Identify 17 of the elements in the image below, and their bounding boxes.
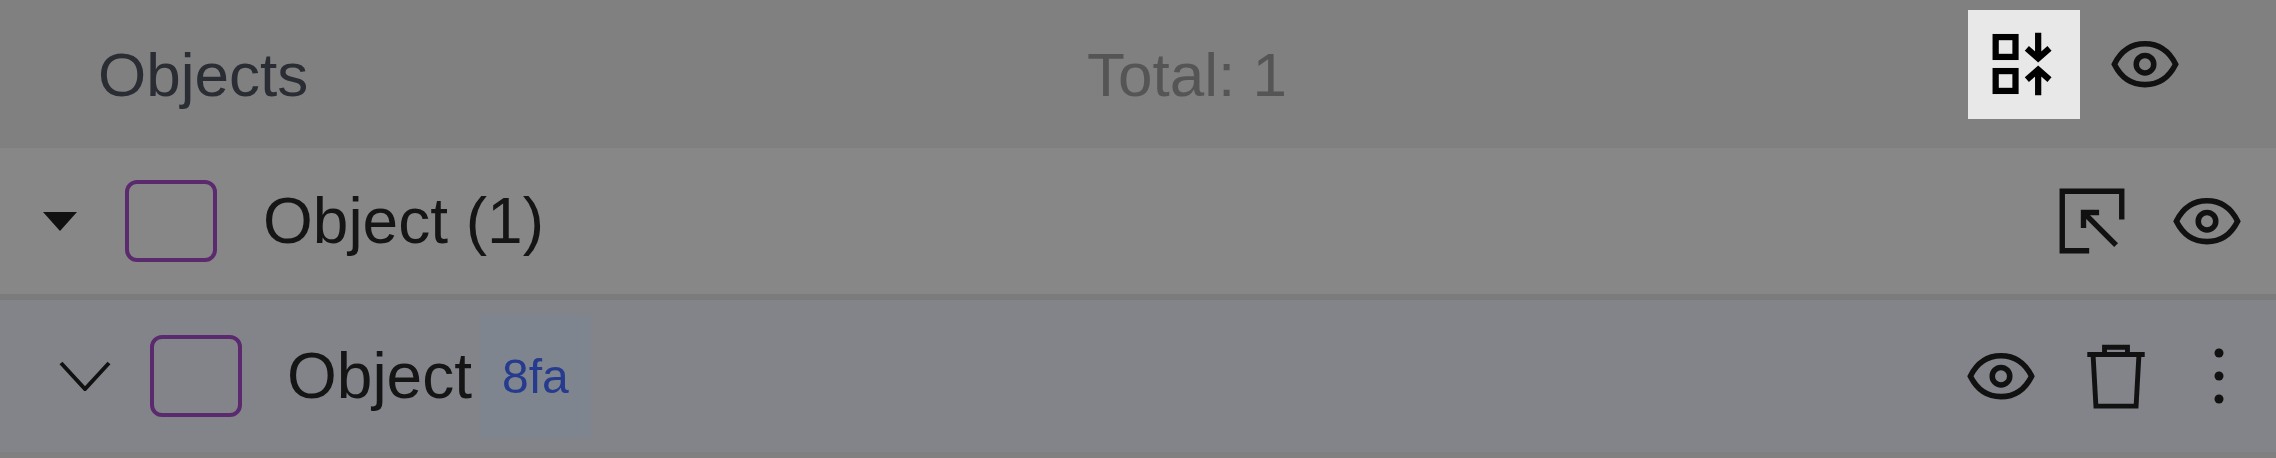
visibility-button[interactable] bbox=[1966, 350, 2036, 402]
collapse-all-button[interactable] bbox=[1968, 9, 2080, 119]
select-button[interactable] bbox=[2058, 187, 2126, 255]
object-name: Object bbox=[287, 339, 472, 413]
eye-icon bbox=[2172, 195, 2242, 247]
panel-title: Objects bbox=[98, 38, 309, 110]
visibility-button[interactable] bbox=[2110, 38, 2180, 90]
more-menu-button[interactable] bbox=[2212, 346, 2226, 406]
visibility-button[interactable] bbox=[2172, 195, 2242, 247]
eye-icon bbox=[2110, 38, 2180, 90]
delete-button[interactable] bbox=[2084, 343, 2148, 409]
eye-icon bbox=[1966, 350, 2036, 402]
checkbox[interactable] bbox=[150, 335, 242, 417]
checkbox[interactable] bbox=[125, 180, 217, 262]
caret-icon bbox=[43, 210, 77, 232]
object-id: 8fa bbox=[479, 314, 591, 438]
group-label: Object (1) bbox=[263, 184, 544, 258]
